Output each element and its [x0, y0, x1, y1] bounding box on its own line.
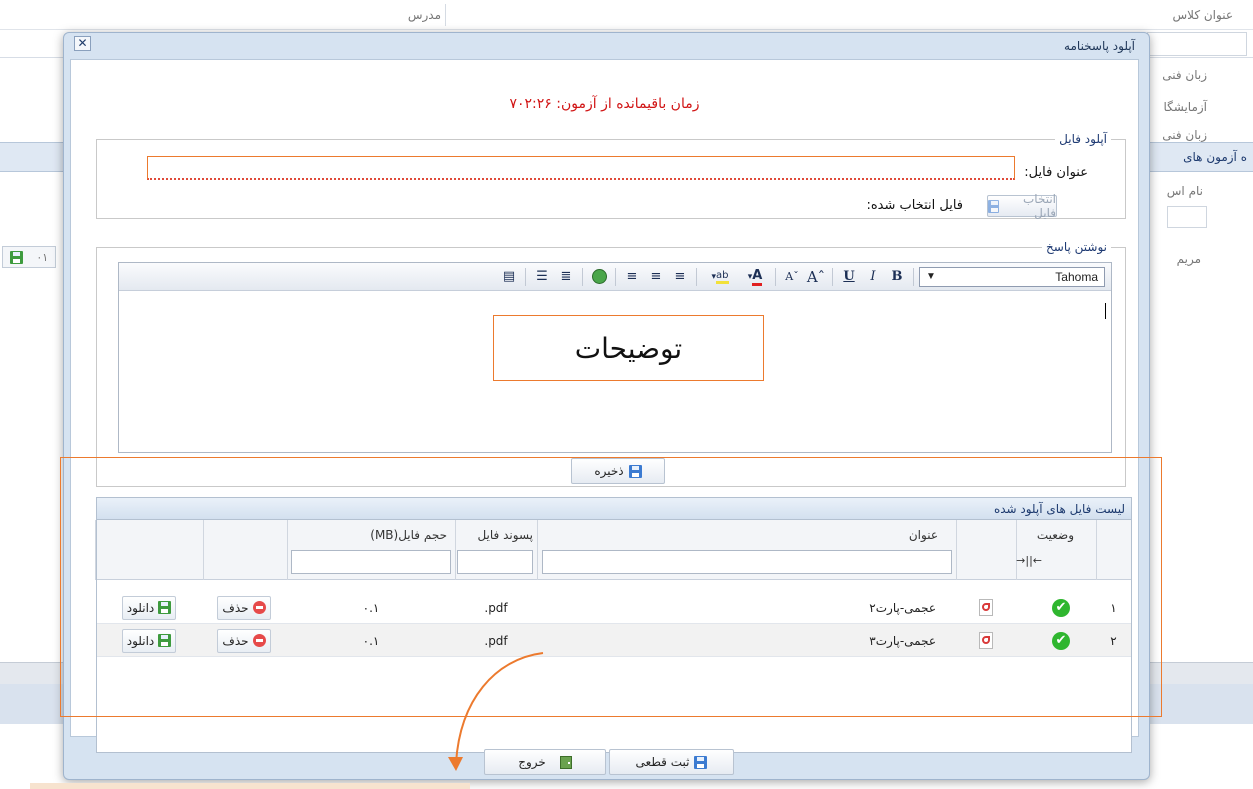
file-title-input[interactable] [147, 156, 1015, 180]
toolbar-separator [615, 267, 616, 286]
toolbar-separator [775, 267, 776, 286]
bg-row-button[interactable]: ۰۱ [2, 246, 56, 268]
bg-section-title: ه آزمون های [1183, 150, 1247, 164]
link-icon[interactable] [588, 266, 610, 288]
final-submit-button[interactable]: ثبت قطعی [609, 749, 734, 775]
background-header-row [0, 0, 1253, 30]
select-file-label: انتخاب فایل [1023, 192, 1056, 220]
chevron-down-icon: ▼ [926, 271, 936, 282]
shrink-font-icon[interactable]: Aˇ [781, 266, 803, 288]
font-color-icon[interactable]: ▾ A [740, 266, 770, 288]
bold-icon[interactable]: B [886, 266, 908, 288]
bg-filter-input[interactable] [1147, 32, 1247, 56]
bg-divider [445, 4, 446, 26]
ordered-list-icon[interactable]: ≣ [555, 266, 577, 288]
upload-file-legend: آپلود فایل [1055, 132, 1111, 146]
bg-side-item-2[interactable]: آزمایشگا [1163, 100, 1207, 114]
close-button[interactable]: ✕ [74, 36, 91, 51]
bg-name-label: نام اس [1166, 184, 1203, 198]
write-answer-legend: نوشتن پاسخ [1042, 240, 1111, 254]
text-caret [1105, 303, 1106, 319]
bg-side-item-1[interactable]: زبان فنی [1162, 68, 1207, 82]
remaining-time: زمان باقیمانده از آزمون: ۷۰۲:۲۶ [509, 96, 700, 112]
toolbar-separator [832, 267, 833, 286]
bottom-strip [30, 783, 470, 789]
highlight-icon[interactable]: ▾ ab [702, 266, 738, 288]
toolbar-separator [696, 267, 697, 286]
select-file-button[interactable]: انتخاب فایل [987, 192, 1057, 220]
bg-column-class-title: عنوان کلاس [1172, 8, 1233, 22]
grow-font-icon[interactable]: Aˆ [805, 266, 827, 288]
selected-file-label: فایل انتخاب شده: [866, 198, 963, 213]
file-title-label: عنوان فایل: [1024, 165, 1088, 180]
bg-save-icon [9, 250, 23, 264]
save-icon [988, 199, 1000, 213]
bg-column-teacher: مدرس [407, 8, 441, 22]
italic-icon[interactable]: I [862, 266, 884, 288]
save-icon [694, 755, 708, 769]
align-center-icon[interactable]: ≡ [645, 266, 667, 288]
close-icon: ✕ [77, 36, 88, 50]
annotation-files-box [60, 457, 1162, 717]
bg-name-filter[interactable] [1167, 206, 1207, 228]
bg-side-item-3[interactable]: زبان فنی [1162, 128, 1207, 142]
toolbar-separator [525, 267, 526, 286]
dialog-title: آپلود پاسخنامه [1064, 39, 1135, 53]
underline-icon[interactable]: U [838, 266, 860, 288]
bg-row-button-label: ۰۱ [36, 250, 49, 264]
unordered-list-icon[interactable]: ☰ [531, 266, 553, 288]
bg-student-name: مریم [1176, 252, 1201, 266]
final-submit-label: ثبت قطعی [635, 755, 690, 769]
source-icon[interactable]: ▤ [498, 266, 520, 288]
font-select[interactable]: ▼ Tahoma [919, 266, 1105, 287]
editor-toolbar: ▤ ☰ ≣ ≡ ≡ ≡ ▾ ab ▾ A Aˇ Aˆ U I B ▼ Tahom… [119, 263, 1111, 291]
annotation-arrow-icon [448, 652, 544, 771]
toolbar-separator [582, 267, 583, 286]
annotation-description-box: توضیحات [493, 315, 764, 381]
font-select-value: Tahoma [1055, 269, 1098, 284]
toolbar-separator [913, 267, 914, 286]
align-left-icon[interactable]: ≡ [669, 266, 691, 288]
exit-door-icon [559, 755, 572, 769]
align-right-icon[interactable]: ≡ [621, 266, 643, 288]
